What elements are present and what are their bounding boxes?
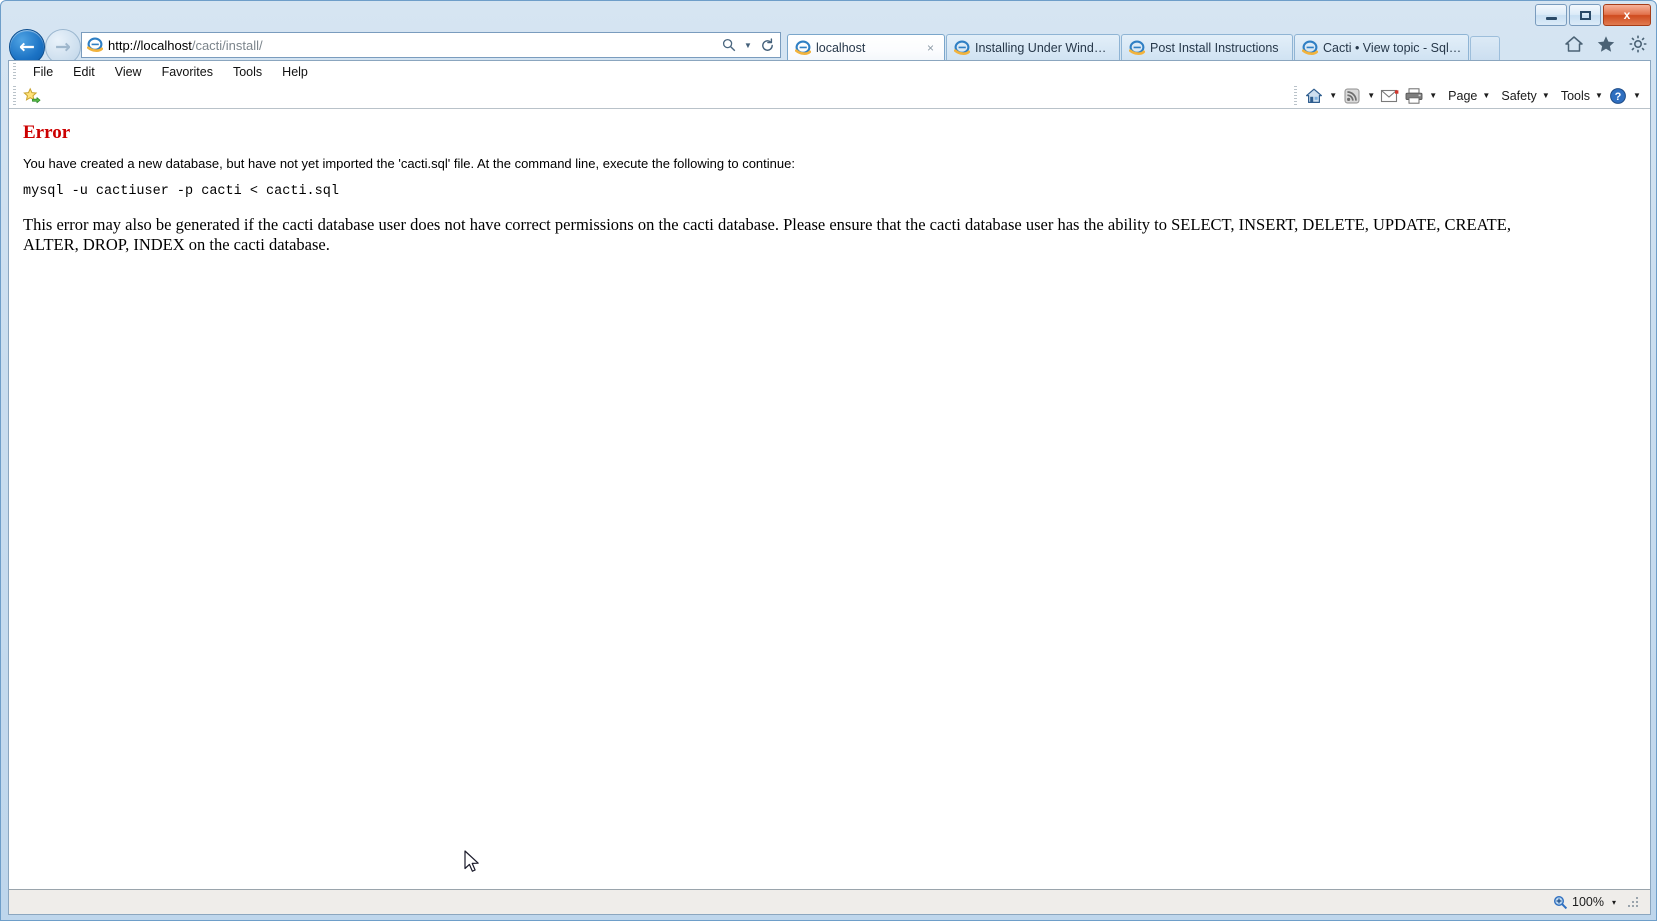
maximize-button[interactable] — [1569, 4, 1601, 26]
page-menu-button[interactable]: Page — [1440, 89, 1479, 103]
browser-window: x ← → http://localhost/cacti/install/ ▼ … — [0, 0, 1657, 921]
menu-favorites[interactable]: Favorites — [152, 63, 223, 81]
back-arrow-icon: ← — [19, 35, 35, 58]
menu-tools[interactable]: Tools — [223, 63, 272, 81]
mouse-cursor — [464, 850, 479, 872]
url-text: http://localhost/cacti/install/ — [108, 38, 716, 53]
minimize-icon — [1545, 17, 1557, 20]
tools-gear-icon[interactable] — [1628, 34, 1648, 54]
tab-close-icon[interactable]: × — [923, 41, 938, 55]
status-bar: 100% ▾ — [9, 889, 1650, 914]
feeds-dropdown-caret-icon[interactable]: ▼ — [1364, 85, 1378, 107]
zoom-level-label: 100% — [1572, 895, 1604, 909]
tools-dropdown-caret-icon[interactable]: ▼ — [1592, 85, 1606, 107]
home-icon[interactable] — [1564, 34, 1584, 54]
zoom-dropdown-caret-icon[interactable]: ▾ — [1608, 898, 1622, 907]
tools-menu-button[interactable]: Tools — [1553, 89, 1592, 103]
page-dropdown-caret-icon[interactable]: ▼ — [1479, 85, 1493, 107]
forward-arrow-icon: → — [55, 35, 71, 58]
minimize-button[interactable] — [1535, 4, 1567, 26]
help-dropdown-caret-icon[interactable]: ▼ — [1630, 85, 1644, 107]
browser-client-area: File Edit View Favorites Tools Help ▼ ▼ … — [8, 60, 1651, 915]
url-host: http://localhost — [108, 37, 192, 53]
page-content: Error You have created a new database, b… — [9, 109, 1650, 872]
error-note-text: This error may also be generated if the … — [23, 215, 1511, 254]
internet-explorer-icon — [87, 37, 103, 52]
svg-text:?: ? — [1615, 91, 1622, 103]
close-icon: x — [1623, 8, 1631, 22]
command-bar-right: ▼ ▼ ▼ Page ▼ Safety ▼ Tools ▼ ? ▼ — [1294, 83, 1644, 108]
add-to-favorites-bar-icon[interactable] — [23, 87, 41, 105]
home-icon[interactable] — [1302, 85, 1326, 107]
print-dropdown-caret-icon[interactable]: ▼ — [1426, 85, 1440, 107]
zoom-control[interactable]: 100% ▾ — [1553, 895, 1650, 910]
menu-help[interactable]: Help — [272, 63, 318, 81]
search-dropdown-caret-icon[interactable]: ▼ — [742, 41, 754, 50]
refresh-icon[interactable] — [754, 33, 780, 57]
internet-explorer-icon — [1129, 40, 1145, 55]
favorites-command-bar: ▼ ▼ ▼ Page ▼ Safety ▼ Tools ▼ ? ▼ — [9, 83, 1650, 109]
browser-tab[interactable]: Installing Under Windows — [946, 34, 1120, 61]
url-path: /cacti/install/ — [191, 37, 263, 53]
search-icon[interactable] — [716, 33, 742, 57]
tab-label: Post Install Instructions — [1150, 41, 1279, 55]
menu-file[interactable]: File — [23, 63, 63, 81]
address-bar[interactable]: http://localhost/cacti/install/ ▼ — [81, 32, 781, 58]
internet-explorer-icon — [795, 40, 811, 55]
command-line-snippet: mysql -u cactiuser -p cacti < cacti.sql — [23, 184, 339, 200]
resize-grip-icon[interactable] — [1626, 895, 1640, 909]
rss-feed-icon[interactable] — [1340, 85, 1364, 107]
menu-bar: File Edit View Favorites Tools Help — [9, 61, 1650, 83]
internet-explorer-icon — [1302, 40, 1318, 55]
title-bar: x — [1, 1, 1657, 29]
maximize-icon — [1579, 10, 1591, 20]
internet-explorer-icon — [954, 40, 970, 55]
tab-label: Cacti • View topic - Sql err... — [1323, 41, 1462, 55]
tab-label: Installing Under Windows — [975, 41, 1113, 55]
nav-icon-group — [1564, 34, 1648, 54]
printer-icon[interactable] — [1402, 85, 1426, 107]
safety-dropdown-caret-icon[interactable]: ▼ — [1539, 85, 1553, 107]
help-question-icon[interactable]: ? — [1606, 85, 1630, 107]
new-tab-button[interactable] — [1470, 36, 1500, 61]
zoom-magnifier-icon — [1553, 895, 1568, 909]
window-controls: x — [1535, 4, 1651, 26]
browser-tab[interactable]: Cacti • View topic - Sql err... — [1294, 34, 1469, 61]
error-intro-text: You have created a new database, but hav… — [23, 155, 795, 171]
tab-strip: localhost × Installing Under Windows Pos… — [787, 31, 1500, 61]
close-button[interactable]: x — [1603, 4, 1651, 26]
tab-label: localhost — [816, 41, 866, 55]
mail-icon[interactable] — [1378, 85, 1402, 107]
error-heading: Error — [23, 122, 71, 143]
safety-menu-button[interactable]: Safety — [1493, 89, 1538, 103]
favorites-star-icon[interactable] — [1596, 34, 1616, 54]
menu-edit[interactable]: Edit — [63, 63, 105, 81]
home-dropdown-caret-icon[interactable]: ▼ — [1326, 85, 1340, 107]
browser-tab[interactable]: Post Install Instructions — [1121, 34, 1293, 61]
menu-view[interactable]: View — [105, 63, 152, 81]
browser-tab[interactable]: localhost × — [787, 34, 945, 61]
